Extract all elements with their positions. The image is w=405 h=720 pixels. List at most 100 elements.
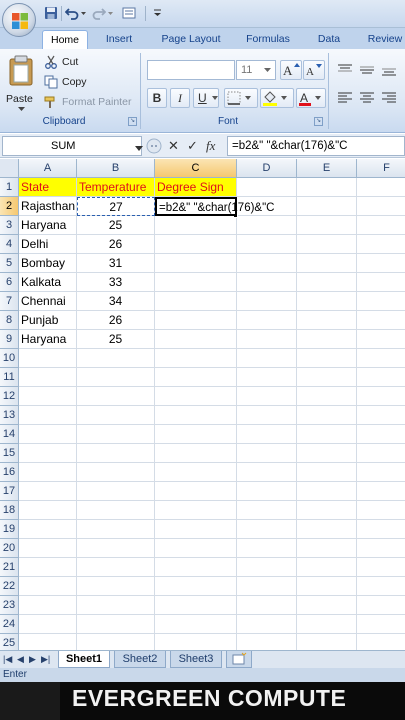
redo-icon[interactable]	[92, 6, 106, 20]
empty-cell[interactable]	[19, 634, 77, 650]
row-header-3[interactable]: 3	[0, 216, 19, 235]
empty-cell[interactable]	[19, 539, 77, 558]
column-header-c[interactable]: C	[155, 159, 237, 178]
sheet-tab-2[interactable]: Sheet2	[114, 651, 166, 668]
row-header-1[interactable]: 1	[0, 178, 19, 197]
formula-bar-grip-icon[interactable]	[146, 138, 162, 154]
empty-cell[interactable]	[237, 634, 297, 650]
cut-button[interactable]: Cut	[44, 54, 134, 71]
empty-cell[interactable]	[77, 482, 155, 501]
empty-cell[interactable]	[357, 349, 405, 368]
format-painter-button[interactable]: Format Painter	[44, 94, 136, 111]
empty-cell[interactable]	[357, 425, 405, 444]
row-header-19[interactable]: 19	[0, 520, 19, 539]
row-header-7[interactable]: 7	[0, 292, 19, 311]
cell-a6[interactable]: Kalkata	[19, 273, 77, 292]
cell-a4[interactable]: Delhi	[19, 235, 77, 254]
empty-cell[interactable]	[357, 330, 405, 349]
empty-cell[interactable]	[19, 577, 77, 596]
empty-cell[interactable]	[155, 387, 237, 406]
cell-a1[interactable]: State	[19, 178, 77, 197]
shrink-font-button[interactable]: A	[303, 60, 325, 80]
grow-font-button[interactable]: A	[280, 60, 302, 80]
empty-cell[interactable]	[357, 235, 405, 254]
row-header-22[interactable]: 22	[0, 577, 19, 596]
cell-b2[interactable]: 27	[77, 197, 155, 216]
formula-input[interactable]: =b2&" "&char(176)&"C	[227, 136, 405, 156]
empty-cell[interactable]	[357, 273, 405, 292]
empty-cell[interactable]	[237, 577, 297, 596]
empty-cell[interactable]	[297, 425, 357, 444]
empty-cell[interactable]	[237, 596, 297, 615]
name-box[interactable]: SUM	[2, 136, 143, 156]
cell-b6[interactable]: 33	[77, 273, 155, 292]
cell-a2[interactable]: Rajasthan	[19, 197, 77, 216]
empty-cell[interactable]	[77, 349, 155, 368]
empty-cell[interactable]	[19, 444, 77, 463]
empty-cell[interactable]	[19, 482, 77, 501]
empty-cell[interactable]	[237, 482, 297, 501]
empty-cell[interactable]	[237, 558, 297, 577]
row-header-24[interactable]: 24	[0, 615, 19, 634]
empty-cell[interactable]	[155, 482, 237, 501]
name-box-dropdown-icon[interactable]	[135, 146, 143, 151]
empty-cell[interactable]	[297, 368, 357, 387]
row-header-21[interactable]: 21	[0, 558, 19, 577]
empty-cell[interactable]	[237, 330, 297, 349]
cell-a9[interactable]: Haryana	[19, 330, 77, 349]
empty-cell[interactable]	[237, 254, 297, 273]
empty-cell[interactable]	[357, 311, 405, 330]
empty-cell[interactable]	[155, 463, 237, 482]
cell-b7[interactable]: 34	[77, 292, 155, 311]
empty-cell[interactable]	[297, 463, 357, 482]
copy-button[interactable]: Copy	[44, 74, 134, 91]
empty-cell[interactable]	[297, 482, 357, 501]
empty-cell[interactable]	[237, 444, 297, 463]
empty-cell[interactable]	[357, 463, 405, 482]
empty-cell[interactable]	[357, 501, 405, 520]
empty-cell[interactable]	[155, 425, 237, 444]
empty-cell[interactable]	[237, 349, 297, 368]
last-sheet-icon[interactable]: ▶|	[41, 654, 50, 665]
row-header-10[interactable]: 10	[0, 349, 19, 368]
empty-cell[interactable]	[155, 634, 237, 650]
empty-cell[interactable]	[297, 292, 357, 311]
office-button[interactable]	[2, 3, 36, 37]
empty-cell[interactable]	[297, 330, 357, 349]
row-header-2[interactable]: 2	[0, 197, 19, 216]
empty-cell[interactable]	[19, 406, 77, 425]
empty-cell[interactable]	[155, 330, 237, 349]
fill-color-button[interactable]	[260, 88, 294, 108]
next-sheet-icon[interactable]: ▶	[29, 654, 36, 665]
empty-cell[interactable]	[77, 520, 155, 539]
cell-b8[interactable]: 26	[77, 311, 155, 330]
enter-icon[interactable]: ✓	[187, 137, 198, 155]
empty-cell[interactable]	[297, 273, 357, 292]
empty-cell[interactable]	[77, 425, 155, 444]
row-header-8[interactable]: 8	[0, 311, 19, 330]
empty-cell[interactable]	[19, 501, 77, 520]
empty-cell[interactable]	[297, 254, 357, 273]
redo-dropdown-icon[interactable]	[107, 6, 114, 20]
empty-cell[interactable]	[155, 558, 237, 577]
empty-cell[interactable]	[155, 292, 237, 311]
tab-review[interactable]: Review	[362, 30, 405, 49]
row-header-9[interactable]: 9	[0, 330, 19, 349]
undo-icon[interactable]	[65, 6, 79, 20]
borders-button[interactable]	[224, 88, 258, 108]
column-header-d[interactable]: D	[237, 159, 297, 178]
empty-cell[interactable]	[155, 539, 237, 558]
empty-cell[interactable]	[19, 387, 77, 406]
font-dialog-launcher-icon[interactable]: ↘	[314, 117, 323, 126]
empty-cell[interactable]	[19, 558, 77, 577]
align-right-icon[interactable]	[380, 90, 398, 106]
empty-cell[interactable]	[237, 615, 297, 634]
empty-cell[interactable]	[77, 558, 155, 577]
empty-cell[interactable]	[357, 387, 405, 406]
empty-cell[interactable]	[77, 577, 155, 596]
row-header-20[interactable]: 20	[0, 539, 19, 558]
cell-b1[interactable]: Temperature	[77, 178, 155, 197]
row-header-18[interactable]: 18	[0, 501, 19, 520]
print-preview-icon[interactable]	[122, 6, 136, 20]
empty-cell[interactable]	[357, 520, 405, 539]
